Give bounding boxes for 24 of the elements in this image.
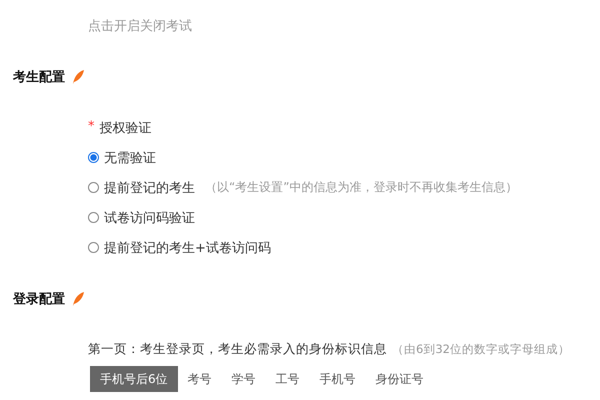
radio-label[interactable]: 提前登记的考生+试卷访问码 [104, 238, 271, 256]
toggle-hint: 点击开启关闭考试 [88, 18, 193, 35]
option-note: （以“考生设置”中的信息为准，登录时不再收集考生信息） [205, 179, 518, 196]
radio-button[interactable] [88, 152, 99, 163]
feather-icon [71, 69, 85, 85]
section-title: 登录配置 [13, 291, 65, 308]
section-title: 考生配置 [13, 69, 65, 86]
field-label: 授权验证 [100, 120, 152, 137]
radio-button[interactable] [88, 212, 99, 223]
feather-icon [71, 291, 85, 307]
radio-label[interactable]: 试卷访问码验证 [104, 208, 195, 226]
description-note: （由6到32位的数字或字母组成） [392, 342, 570, 356]
radio-label[interactable]: 无需验证 [104, 148, 156, 166]
id-option-tab[interactable]: 考号 [178, 366, 222, 392]
radio-label[interactable]: 提前登记的考生 [104, 178, 195, 196]
required-mark: * [88, 119, 94, 136]
id-option-tab[interactable]: 手机号后6位 [90, 366, 178, 392]
id-option-tab[interactable]: 身份证号 [366, 366, 434, 392]
id-option-tab[interactable]: 工号 [266, 366, 310, 392]
radio-button[interactable] [88, 182, 99, 193]
id-option-tab[interactable]: 手机号 [310, 366, 366, 392]
description: 第一页：考生登录页，考生必需录入的身份标识信息 [88, 341, 387, 356]
id-option-tab[interactable]: 学号 [222, 366, 266, 392]
radio-button[interactable] [88, 242, 99, 253]
